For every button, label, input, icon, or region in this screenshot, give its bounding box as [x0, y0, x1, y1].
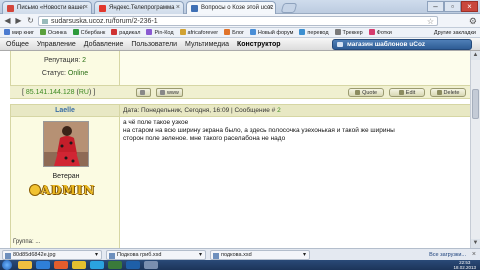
- download-item[interactable]: 80d85d6842e.jpg ▾: [2, 250, 102, 260]
- nav-add[interactable]: Добавление: [84, 38, 124, 51]
- bookmark-item[interactable]: africaforever: [179, 28, 218, 37]
- edit-icon: [398, 90, 404, 95]
- skype-icon[interactable]: [90, 261, 104, 269]
- admin-badge: ADMIN: [25, 183, 111, 197]
- status-line: Статус: Online: [41, 70, 89, 77]
- download-item[interactable]: подкова.xsd ▾: [210, 250, 310, 260]
- nav-multimedia[interactable]: Мультимедиа: [185, 38, 229, 51]
- scroll-down-icon[interactable]: ▼: [471, 239, 480, 248]
- bookmarks-bar: мир книг Осинка Сбербанк радикал Pin-Код…: [0, 28, 480, 38]
- close-tab-icon[interactable]: ×: [268, 4, 272, 12]
- new-tab-button[interactable]: [280, 3, 298, 13]
- file-icon: [213, 253, 219, 259]
- ucoz-admin-nav: Общее Управление Добавление Пользователи…: [0, 38, 480, 51]
- app-icon[interactable]: [108, 261, 122, 269]
- mail-icon: [7, 5, 14, 12]
- quote-icon: [355, 90, 361, 95]
- avatar: [43, 121, 89, 167]
- post-number[interactable]: 2: [277, 107, 281, 114]
- maximize-button[interactable]: ▫: [444, 1, 461, 12]
- close-tab-icon[interactable]: ×: [84, 4, 88, 12]
- bookmark-item[interactable]: Pin-Код: [146, 28, 174, 37]
- close-tab-icon[interactable]: ×: [176, 4, 180, 12]
- user-icon: [140, 90, 145, 95]
- tab-yandex[interactable]: Яндекс.Телепрограмма ×: [94, 1, 184, 14]
- system-clock[interactable]: 22:53 18.02.2013: [453, 260, 476, 270]
- page-icon: [42, 19, 48, 24]
- post-header: Дата: Понедельник, Сегодня, 16:09 | Сооб…: [120, 104, 470, 117]
- delete-icon: [436, 90, 442, 95]
- media-icon[interactable]: [54, 261, 68, 269]
- reputation-line: Репутация: 2: [43, 57, 87, 64]
- address-bar: ◀ ▶ ↻ sudarsuska.ucoz.ru/forum/2-236-1 ☆…: [0, 14, 480, 28]
- scroll-up-icon[interactable]: ▲: [471, 51, 480, 60]
- close-window-button[interactable]: ×: [461, 1, 478, 12]
- bookmark-item[interactable]: Осинка: [39, 28, 67, 37]
- app-icon[interactable]: [144, 261, 158, 269]
- profile-button[interactable]: [136, 88, 151, 97]
- forward-icon[interactable]: ▶: [13, 16, 24, 26]
- wrench-menu-icon[interactable]: ⚙: [469, 16, 477, 26]
- scroll-thumb[interactable]: [472, 89, 479, 119]
- nav-manage[interactable]: Управление: [37, 38, 76, 51]
- start-button[interactable]: [2, 260, 12, 270]
- forum-post: Laelle Дата: Понедельник, Сегодня, 16:09…: [10, 104, 470, 248]
- chrome-icon[interactable]: [72, 261, 86, 269]
- template-shop-button[interactable]: магазин шаблонов uCoz: [332, 39, 472, 50]
- post-message: а чё поле такое узкое на старом на всю ш…: [120, 117, 470, 248]
- quote-button[interactable]: Quote: [348, 88, 385, 97]
- back-icon[interactable]: ◀: [2, 16, 13, 26]
- taskbar: 22:53 18.02.2013: [0, 260, 480, 270]
- bookmark-item[interactable]: мир книг: [4, 28, 34, 37]
- ip-address: [ 85.141.144.128 (RU) ]: [22, 89, 96, 96]
- chevron-down-icon[interactable]: ▾: [95, 251, 98, 259]
- bookmark-item[interactable]: перевод: [299, 28, 329, 37]
- bookmark-item[interactable]: радикал: [111, 28, 140, 37]
- minimize-button[interactable]: –: [427, 1, 444, 12]
- forum-page: Репутация: 2 Статус: Online [ 85.141.144…: [0, 51, 470, 248]
- file-icon: [109, 253, 115, 259]
- bookmark-item[interactable]: Блог: [224, 28, 244, 37]
- downloads-bar: 80d85d6842e.jpg ▾ Подкова гриб.xsd ▾ подко…: [0, 248, 480, 260]
- post-tools-bar: [ 85.141.144.128 (RU) ] www Quote Edit D…: [10, 85, 470, 99]
- close-icon[interactable]: ×: [472, 249, 476, 260]
- user-rank: Ветеран: [52, 173, 80, 180]
- bookmark-item[interactable]: Сбербанк: [72, 28, 105, 37]
- ie-icon[interactable]: [36, 261, 50, 269]
- user-group: Группа: ...: [13, 239, 41, 245]
- www-button[interactable]: www: [155, 88, 183, 97]
- chevron-down-icon[interactable]: ▾: [303, 251, 306, 259]
- image-file-icon: [5, 253, 11, 259]
- nav-users[interactable]: Пользователи: [131, 38, 177, 51]
- download-item[interactable]: Подкова гриб.xsd ▾: [106, 250, 206, 260]
- bookmark-star-icon[interactable]: ☆: [427, 17, 434, 26]
- url-input[interactable]: sudarsuska.ucoz.ru/forum/2-236-1 ☆: [38, 16, 438, 26]
- tab-mail[interactable]: Письмо «Новости вашег ×: [2, 1, 92, 14]
- nav-constructor[interactable]: Конструктор: [237, 38, 281, 51]
- tab-strip: Письмо «Новости вашег × Яндекс.Телепрогр…: [0, 0, 480, 15]
- globe-icon: [159, 90, 165, 95]
- explorer-icon[interactable]: [18, 261, 32, 269]
- chevron-down-icon[interactable]: ▾: [199, 251, 202, 259]
- author-panel: Ветеран ADMIN Группа: ...: [10, 117, 120, 248]
- bookmark-item[interactable]: Новый форум: [249, 28, 293, 37]
- tab-forum-active[interactable]: Вопросы о Козе этой ucoz ×: [186, 1, 276, 15]
- edit-button[interactable]: Edit: [389, 88, 426, 97]
- delete-button[interactable]: Delete: [430, 88, 466, 97]
- other-bookmarks[interactable]: Другие закладки: [434, 28, 476, 37]
- reload-icon[interactable]: ↻: [25, 16, 36, 26]
- ucoz-icon: [191, 5, 198, 12]
- bookmark-item[interactable]: Фотки: [368, 28, 392, 37]
- photoshop-icon[interactable]: [126, 261, 140, 269]
- nav-general[interactable]: Общее: [6, 38, 29, 51]
- yandex-icon: [99, 5, 106, 12]
- post-author[interactable]: Laelle: [55, 107, 75, 114]
- prev-message-column: [120, 51, 470, 85]
- bookmark-item[interactable]: Треккер: [334, 28, 363, 37]
- vertical-scrollbar[interactable]: ▲ ▼: [470, 51, 480, 248]
